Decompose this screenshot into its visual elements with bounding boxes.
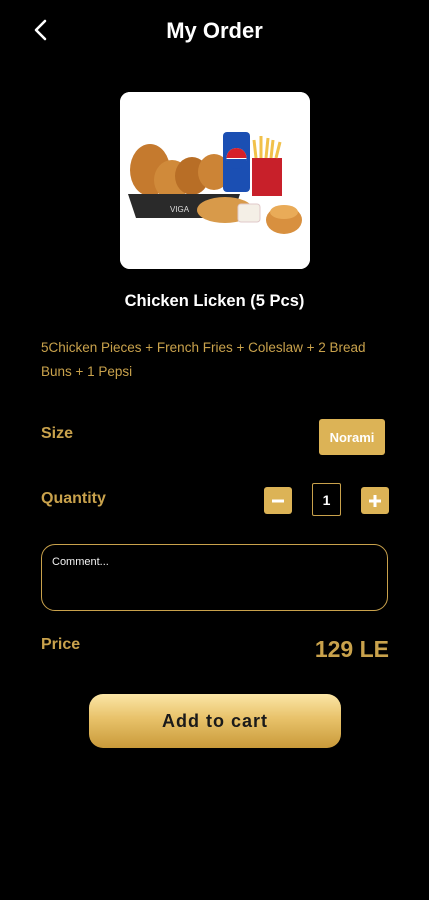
quantity-label: Quantity: [41, 490, 106, 507]
size-option-button[interactable]: Norami: [319, 419, 385, 455]
price-value: 129 LE: [314, 636, 389, 662]
size-label: Size: [41, 425, 74, 442]
product-image: VIGA: [120, 92, 310, 269]
plus-icon: [369, 494, 381, 507]
food-combo-image: VIGA: [120, 92, 310, 269]
svg-text:VIGA: VIGA: [170, 205, 190, 214]
header: My Order: [0, 0, 429, 62]
comment-input[interactable]: Comment...: [41, 544, 388, 611]
product-description: 5Chicken Pieces + French Fries + Colesla…: [41, 340, 366, 379]
comment-placeholder: Comment...: [52, 556, 109, 568]
price-label: Price: [41, 636, 81, 653]
increase-quantity-button[interactable]: [361, 487, 389, 514]
decrease-quantity-button[interactable]: [264, 487, 292, 514]
add-to-cart-button[interactable]: Add to cart: [89, 694, 341, 748]
minus-icon: [272, 499, 284, 502]
product-name: Chicken Licken (5 Pcs): [124, 292, 305, 310]
page-title: My Order: [166, 18, 263, 43]
quantity-value: 1: [312, 483, 341, 516]
